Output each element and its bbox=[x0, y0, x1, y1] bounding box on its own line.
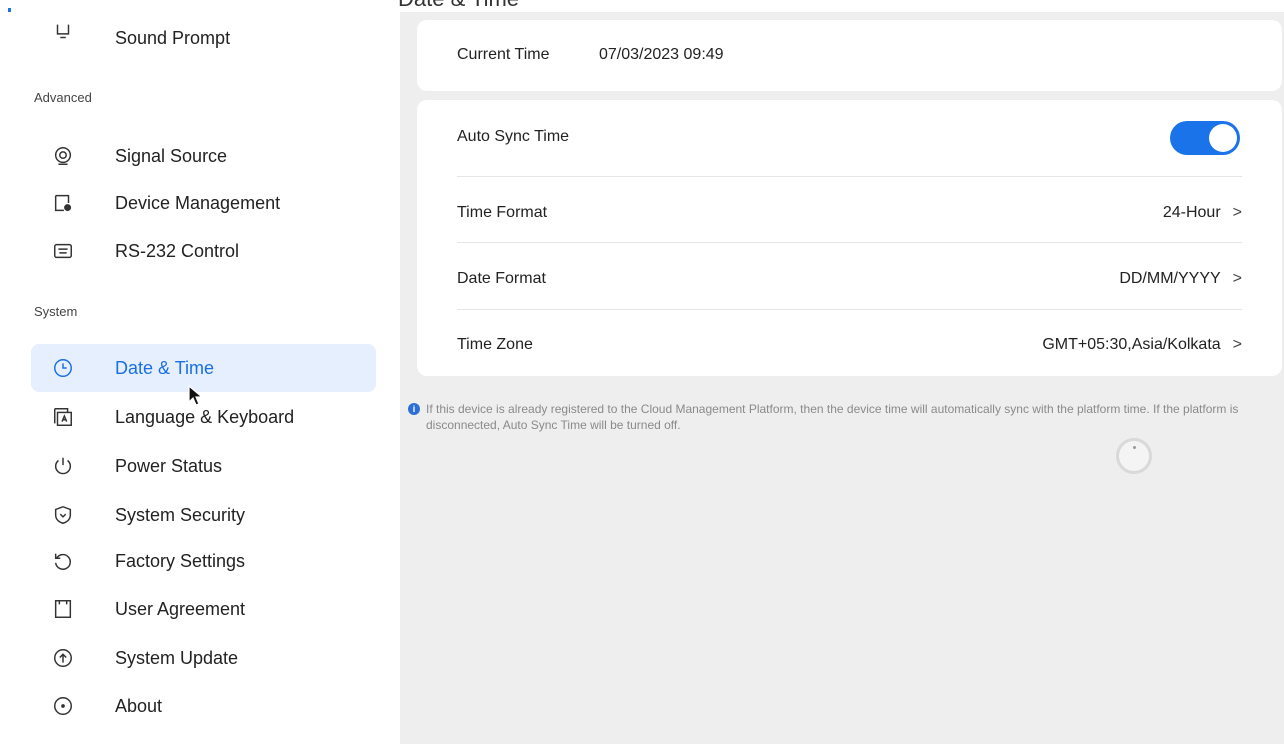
sidebar-item-label: User Agreement bbox=[115, 598, 246, 619]
divider bbox=[457, 242, 1242, 243]
sidebar-item-system-update[interactable]: System Update bbox=[31, 634, 376, 682]
time-zone-value-wrap: GMT+05:30,Asia/Kolkata > bbox=[1042, 336, 1242, 354]
sidebar-item-label: About bbox=[115, 695, 163, 716]
keyboard-icon bbox=[51, 405, 75, 429]
document-icon bbox=[51, 597, 75, 621]
time-format-value-wrap: 24-Hour > bbox=[1163, 204, 1242, 222]
toggle-knob bbox=[1209, 124, 1237, 152]
sidebar-item-label: System Update bbox=[115, 647, 239, 668]
sidebar-item-rs232-control[interactable]: RS-232 Control bbox=[31, 227, 376, 275]
divider bbox=[457, 176, 1242, 177]
sidebar-item-sound-prompt[interactable]: Sound Prompt bbox=[31, 14, 376, 62]
divider bbox=[457, 309, 1242, 310]
section-label-advanced: Advanced bbox=[34, 90, 92, 105]
time-zone-row[interactable]: Time Zone GMT+05:30,Asia/Kolkata > bbox=[457, 312, 1282, 378]
chevron-right-icon: > bbox=[1232, 270, 1242, 287]
info-circle-icon: i bbox=[408, 403, 420, 415]
sidebar-item-user-agreement[interactable]: User Agreement bbox=[31, 585, 376, 633]
date-format-label: Date Format bbox=[457, 270, 546, 287]
date-time-settings-card: Auto Sync Time Time Format 24-Hour > Dat… bbox=[417, 100, 1282, 376]
sidebar-item-label: Power Status bbox=[115, 455, 223, 476]
clock-icon bbox=[51, 356, 75, 380]
sidebar-item-label: Sound Prompt bbox=[115, 28, 231, 48]
current-time-card: Current Time 07/03/2023 09:49 bbox=[417, 20, 1282, 91]
sidebar-item-factory-settings[interactable]: Factory Settings bbox=[31, 537, 376, 585]
sidebar-item-power-status[interactable]: Power Status bbox=[31, 442, 376, 490]
sidebar-item-label: System Security bbox=[115, 504, 246, 525]
time-zone-value: GMT+05:30,Asia/Kolkata bbox=[1042, 336, 1221, 353]
sidebar-item-label: Date & Time bbox=[115, 357, 215, 378]
sidebar-item-label: RS-232 Control bbox=[115, 240, 240, 261]
sidebar-item-label: Factory Settings bbox=[115, 550, 246, 571]
auto-sync-label: Auto Sync Time bbox=[457, 128, 570, 145]
current-time-value: 07/03/2023 09:49 bbox=[599, 46, 724, 63]
chevron-right-icon: > bbox=[1232, 336, 1242, 353]
date-format-value-wrap: DD/MM/YYYY > bbox=[1119, 270, 1242, 288]
time-format-value: 24-Hour bbox=[1162, 204, 1221, 221]
sidebar-item-signal-source[interactable]: Signal Source bbox=[31, 132, 376, 180]
info-icon bbox=[51, 694, 75, 718]
sync-note-text: If this device is already registered to … bbox=[426, 402, 1239, 432]
time-zone-label: Time Zone bbox=[457, 336, 533, 353]
signal-source-icon bbox=[51, 144, 75, 168]
loading-spinner-icon bbox=[1116, 438, 1152, 474]
chevron-right-icon: > bbox=[1232, 204, 1242, 221]
sidebar-item-label: Signal Source bbox=[115, 145, 228, 166]
spinner-dot bbox=[1133, 446, 1136, 449]
power-icon bbox=[51, 454, 75, 478]
page-heading-clipped: Date & Time bbox=[398, 0, 519, 12]
reset-icon bbox=[51, 549, 75, 573]
top-strip: Date & Time bbox=[0, 0, 1284, 12]
sidebar-item-label: Device Management bbox=[115, 192, 281, 213]
sidebar-item-system-security[interactable]: System Security bbox=[31, 491, 376, 539]
update-icon bbox=[51, 646, 75, 670]
sidebar-item-device-management[interactable]: Device Management bbox=[31, 179, 376, 227]
sync-note: i If this device is already registered t… bbox=[408, 401, 1268, 433]
time-format-row[interactable]: Time Format 24-Hour > bbox=[457, 180, 1282, 246]
mouse-cursor-icon bbox=[188, 385, 204, 406]
date-format-value: DD/MM/YYYY bbox=[1119, 270, 1221, 287]
auto-sync-toggle[interactable] bbox=[1170, 121, 1240, 155]
rs232-icon bbox=[51, 239, 75, 263]
section-label-system: System bbox=[34, 304, 78, 319]
date-format-row[interactable]: Date Format DD/MM/YYYY > bbox=[457, 246, 1282, 312]
speaker-icon bbox=[51, 20, 75, 44]
sidebar-item-label: Language & Keyboard bbox=[115, 406, 295, 427]
auto-sync-row: Auto Sync Time bbox=[457, 104, 1282, 170]
shield-icon bbox=[51, 503, 75, 527]
sidebar-item-about[interactable]: About bbox=[31, 682, 376, 730]
sidebar: Sound Prompt Advanced Signal Source Devi… bbox=[0, 12, 400, 744]
main-panel: Current Time 07/03/2023 09:49 Auto Sync … bbox=[400, 12, 1284, 744]
device-management-icon bbox=[51, 191, 75, 215]
current-time-label: Current Time bbox=[457, 46, 550, 63]
time-format-label: Time Format bbox=[457, 204, 548, 221]
